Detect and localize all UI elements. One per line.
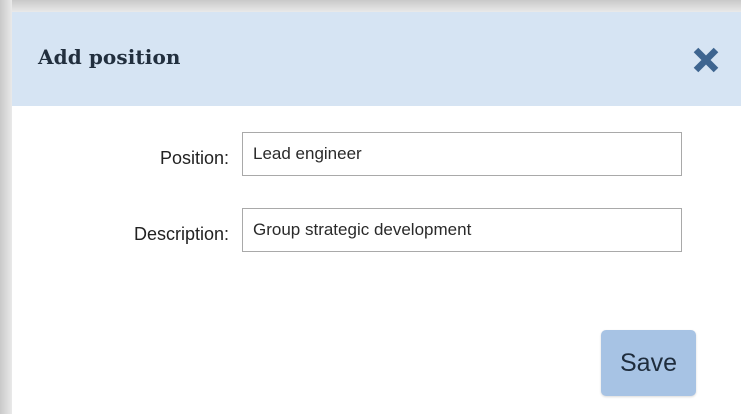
screen: Add position Position: Description: Save [0, 0, 741, 414]
description-label: Description: [133, 224, 229, 244]
description-input[interactable] [242, 208, 682, 252]
save-button[interactable]: Save [601, 330, 696, 396]
backdrop-top-edge [0, 0, 741, 12]
close-button[interactable] [684, 38, 728, 82]
backdrop-left-edge [0, 0, 12, 414]
dialog-header: Add position [12, 12, 741, 106]
add-position-dialog: Add position Position: Description: Save [12, 12, 741, 414]
position-label: Position: [159, 148, 229, 168]
dialog-title: Add position [38, 45, 181, 69]
close-icon [693, 47, 719, 73]
position-input[interactable] [242, 132, 682, 176]
